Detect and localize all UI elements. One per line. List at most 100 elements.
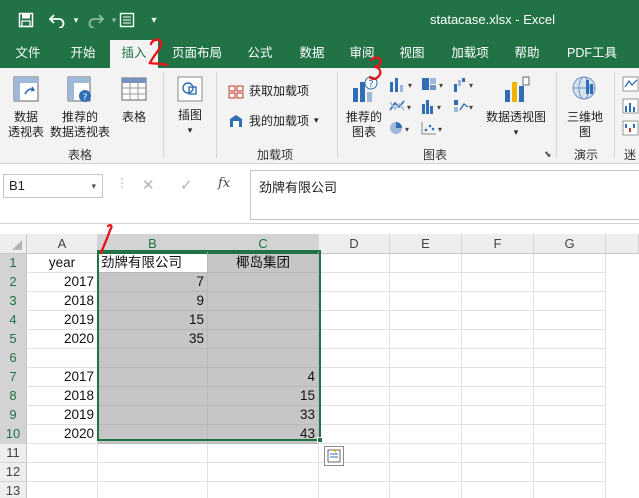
pivot-table-button[interactable]: 数据 透视表 <box>6 74 46 140</box>
cell-g10[interactable] <box>534 425 606 444</box>
recommended-charts-button[interactable]: ? 推荐的 图表 <box>342 74 386 140</box>
sparkline-winloss-button[interactable] <box>622 120 639 136</box>
cell-c8[interactable]: 15 <box>208 387 319 406</box>
formula-input[interactable]: 劲牌有限公司 <box>250 170 639 220</box>
cell-f7[interactable] <box>462 368 534 387</box>
column-header-e[interactable]: E <box>390 234 462 254</box>
save-icon[interactable] <box>14 9 38 31</box>
cell-f3[interactable] <box>462 292 534 311</box>
sparkline-column-button[interactable] <box>622 98 639 114</box>
scatter-chart-button[interactable]: ▾ <box>420 120 444 136</box>
column-header-d[interactable]: D <box>319 234 390 254</box>
row-header-8[interactable]: 8 <box>0 387 27 406</box>
cell-a10[interactable]: 2020 <box>27 425 98 444</box>
select-all-corner[interactable] <box>0 234 27 254</box>
fill-handle[interactable] <box>317 437 323 443</box>
row-header-11[interactable]: 11 <box>0 444 27 463</box>
cell-a9[interactable]: 2019 <box>27 406 98 425</box>
cell-b11[interactable] <box>98 444 208 463</box>
3d-map-button[interactable]: 三维地 图 <box>562 74 608 140</box>
cell-e11[interactable] <box>390 444 462 463</box>
waterfall-chart-button[interactable]: ▾ <box>452 76 476 92</box>
cell-c1[interactable]: 椰岛集团 <box>208 254 319 273</box>
cell-a4[interactable]: 2019 <box>27 311 98 330</box>
cell-c5[interactable] <box>208 330 319 349</box>
cancel-icon[interactable]: ✕ <box>142 176 155 194</box>
cell-d13[interactable] <box>319 482 390 498</box>
line-chart-button[interactable]: ▾ <box>388 98 412 114</box>
tab-page-layout[interactable]: 页面布局 <box>166 40 228 68</box>
tab-data[interactable]: 数据 <box>290 40 334 68</box>
cell-f9[interactable] <box>462 406 534 425</box>
name-box-dropdown-icon[interactable]: ▾ <box>91 175 96 197</box>
cell-c12[interactable] <box>208 463 319 482</box>
tab-pdf-tools[interactable]: PDF工具 <box>560 40 624 68</box>
cell-f12[interactable] <box>462 463 534 482</box>
cell-e2[interactable] <box>390 273 462 292</box>
get-addins-button[interactable]: 获取加载项 <box>228 82 309 99</box>
cell-b3[interactable]: 9 <box>98 292 208 311</box>
cell-f2[interactable] <box>462 273 534 292</box>
cell-b1[interactable]: 劲牌有限公司 <box>98 254 208 273</box>
tab-addins[interactable]: 加载项 <box>444 40 496 68</box>
cell-a1[interactable]: year <box>27 254 98 273</box>
cell-d1[interactable] <box>319 254 390 273</box>
cell-f6[interactable] <box>462 349 534 368</box>
cell-b6[interactable] <box>98 349 208 368</box>
cell-e10[interactable] <box>390 425 462 444</box>
cell-c13[interactable] <box>208 482 319 498</box>
column-header-b[interactable]: B <box>98 234 208 254</box>
cell-g11[interactable] <box>534 444 606 463</box>
pie-chart-button[interactable]: ▾ <box>388 120 412 136</box>
redo-icon[interactable] <box>84 9 108 31</box>
row-header-6[interactable]: 6 <box>0 349 27 368</box>
cell-g9[interactable] <box>534 406 606 425</box>
tab-formulas[interactable]: 公式 <box>238 40 282 68</box>
cell-f8[interactable] <box>462 387 534 406</box>
cell-e6[interactable] <box>390 349 462 368</box>
row-header-7[interactable]: 7 <box>0 368 27 387</box>
enter-icon[interactable]: ✓ <box>180 176 193 194</box>
cell-d8[interactable] <box>319 387 390 406</box>
cell-d9[interactable] <box>319 406 390 425</box>
cell-g4[interactable] <box>534 311 606 330</box>
cell-a8[interactable]: 2018 <box>27 387 98 406</box>
cell-b7[interactable] <box>98 368 208 387</box>
cell-f11[interactable] <box>462 444 534 463</box>
cell-b4[interactable]: 15 <box>98 311 208 330</box>
cell-d5[interactable] <box>319 330 390 349</box>
row-header-3[interactable]: 3 <box>0 292 27 311</box>
recommended-pivot-button[interactable]: ? 推荐的 数据透视表 <box>50 74 110 140</box>
cell-b8[interactable] <box>98 387 208 406</box>
cell-f5[interactable] <box>462 330 534 349</box>
cell-a2[interactable]: 2017 <box>27 273 98 292</box>
cell-e7[interactable] <box>390 368 462 387</box>
column-header-a[interactable]: A <box>27 234 98 254</box>
cell-e13[interactable] <box>390 482 462 498</box>
tab-insert[interactable]: 插入 <box>110 40 158 68</box>
charts-dialog-launcher-icon[interactable]: ⬊ <box>544 149 552 160</box>
undo-dropdown-icon[interactable]: ▾ <box>70 9 82 31</box>
cell-g13[interactable] <box>534 482 606 498</box>
cell-g8[interactable] <box>534 387 606 406</box>
cell-c9[interactable]: 33 <box>208 406 319 425</box>
cell-a6[interactable] <box>27 349 98 368</box>
illustrations-button[interactable]: 插图 ▾ <box>170 74 210 138</box>
customize-qat-icon[interactable]: ▾ <box>146 9 162 31</box>
cell-d7[interactable] <box>319 368 390 387</box>
tab-view[interactable]: 视图 <box>390 40 434 68</box>
cell-f10[interactable] <box>462 425 534 444</box>
row-header-12[interactable]: 12 <box>0 463 27 482</box>
cell-c11[interactable] <box>208 444 319 463</box>
cell-c3[interactable] <box>208 292 319 311</box>
cell-a5[interactable]: 2020 <box>27 330 98 349</box>
my-addins-button[interactable]: 我的加载项 ▾ <box>228 112 319 129</box>
combo-chart-button[interactable]: ▾ <box>452 98 476 114</box>
cell-b5[interactable]: 35 <box>98 330 208 349</box>
quick-analysis-button[interactable] <box>324 446 344 466</box>
cell-e1[interactable] <box>390 254 462 273</box>
cell-a13[interactable] <box>27 482 98 498</box>
tab-help[interactable]: 帮助 <box>506 40 548 68</box>
cell-b9[interactable] <box>98 406 208 425</box>
cell-a3[interactable]: 2018 <box>27 292 98 311</box>
